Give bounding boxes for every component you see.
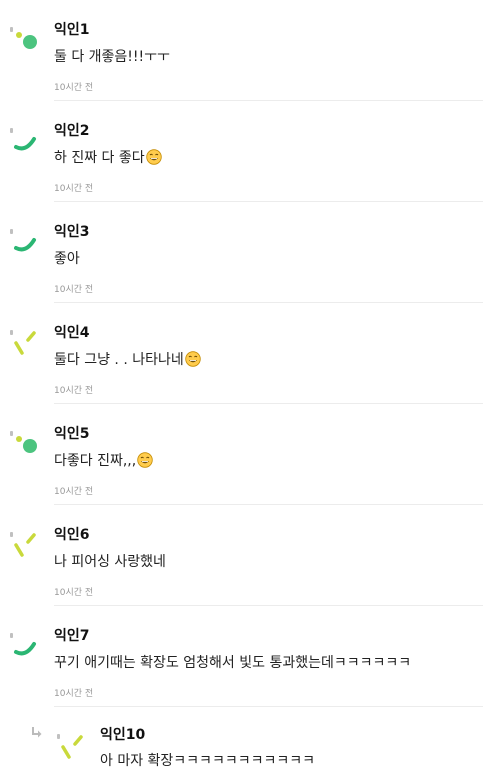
comment-item: 익인4 둘다 그냥 . . 나타나네 10시간 전: [0, 303, 483, 404]
comment-item: 익인3 좋아 10시간 전: [0, 202, 483, 303]
comment-item: 익인1 둘 다 개좋음!!!ㅜㅜ 10시간 전: [0, 0, 483, 101]
comment-text-content: 꾸기 애기때는 확장도 엄청해서 빛도 통과했는데ㅋㅋㅋㅋㅋㅋ: [54, 655, 412, 671]
comment-text: 하 진짜 다 좋다: [54, 147, 162, 167]
divider: [54, 706, 483, 707]
comment-item: 익인5 다좋다 진짜,,, 10시간 전: [0, 404, 483, 505]
comment-text-content: 좋아: [54, 251, 80, 267]
comment-text: 좋아: [54, 248, 80, 268]
comment-time: 10시간 전: [54, 487, 94, 497]
avatar[interactable]: [8, 224, 42, 258]
comment-author[interactable]: 익인3: [54, 221, 90, 241]
avatar[interactable]: [8, 426, 42, 460]
comment-author[interactable]: 익인1: [54, 19, 90, 39]
smiling-face-icon: [145, 149, 162, 165]
avatar[interactable]: [8, 325, 42, 359]
avatar[interactable]: [55, 729, 89, 763]
comment-text-content: 다좋다 진짜,,,: [54, 453, 137, 469]
comment-item: 익인2 하 진짜 다 좋다 10시간 전: [0, 101, 483, 202]
avatar[interactable]: [8, 628, 42, 662]
smiling-face-icon: [137, 452, 153, 468]
reply-arrow-icon: [30, 725, 44, 744]
comment-text: 꾸기 애기때는 확장도 엄청해서 빛도 통과했는데ㅋㅋㅋㅋㅋㅋ: [54, 652, 411, 672]
comment-time: 10시간 전: [54, 588, 94, 598]
comment-time: 10시간 전: [54, 386, 94, 396]
avatar[interactable]: [8, 527, 42, 561]
comment-text-content: 둘다 그냥 . . 나타나네: [54, 352, 184, 368]
avatar[interactable]: [8, 123, 42, 157]
comment-time: 10시간 전: [54, 689, 94, 699]
comment-item: 익인6 나 피어싱 사랑했네 10시간 전: [0, 505, 483, 606]
comment-author[interactable]: 익인6: [54, 524, 90, 544]
comment-item: 익인7 꾸기 애기때는 확장도 엄청해서 빛도 통과했는데ㅋㅋㅋㅋㅋㅋ 10시간…: [0, 606, 483, 707]
comment-text: 나 피어싱 사랑했네: [54, 551, 166, 571]
comment-text: 다좋다 진짜,,,: [54, 450, 153, 470]
smiling-face-icon: [185, 351, 201, 367]
comment-author[interactable]: 익인2: [54, 120, 90, 140]
comment-author[interactable]: 익인5: [54, 423, 90, 443]
comment-author[interactable]: 익인4: [54, 322, 90, 342]
comment-text-content: 나 피어싱 사랑했네: [54, 554, 166, 570]
comment-text-content: 둘 다 개좋음!!!ㅜㅜ: [54, 49, 170, 65]
comment-time: 10시간 전: [54, 285, 94, 295]
comment-time: 10시간 전: [54, 83, 94, 93]
comment-author[interactable]: 익인10: [100, 724, 145, 744]
reply-item: 익인10 아 마자 확장ㅋㅋㅋㅋㅋㅋㅋㅋㅋㅋㅋ: [0, 709, 483, 783]
comment-text: 둘다 그냥 . . 나타나네: [54, 349, 201, 369]
comment-text: 아 마자 확장ㅋㅋㅋㅋㅋㅋㅋㅋㅋㅋㅋ: [100, 753, 315, 769]
comment-text: 둘 다 개좋음!!!ㅜㅜ: [54, 46, 170, 66]
comment-time: 10시간 전: [54, 184, 94, 194]
comment-text-content: 하 진짜 다 좋다: [54, 150, 145, 166]
avatar[interactable]: [8, 22, 42, 56]
comment-author[interactable]: 익인7: [54, 625, 90, 645]
